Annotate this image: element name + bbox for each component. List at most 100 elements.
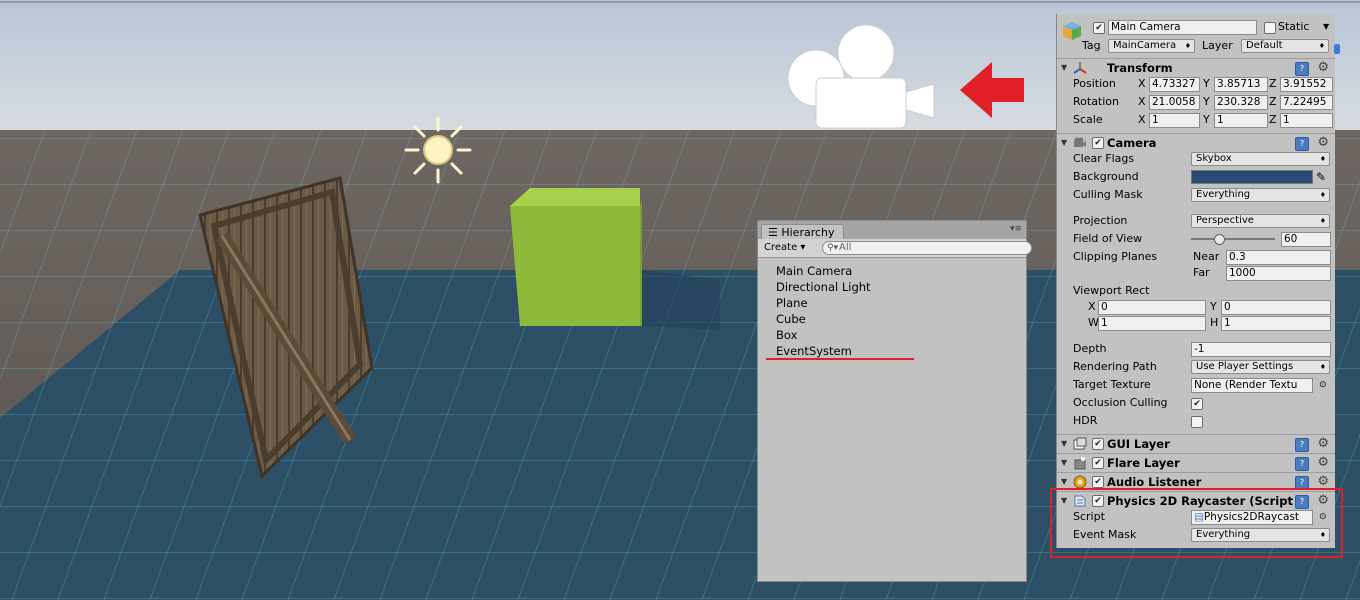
viewport-x-field[interactable]: 0: [1098, 300, 1206, 315]
collapse-triangle-icon[interactable]: ▼: [1061, 63, 1067, 72]
search-input[interactable]: ⚲▾ All: [822, 241, 1032, 255]
hierarchy-tab-label: Hierarchy: [781, 226, 835, 239]
position-y-label: Y: [1203, 77, 1210, 90]
hierarchy-tab[interactable]: ☰ Hierarchy: [761, 224, 844, 240]
hierarchy-item-plane[interactable]: Plane: [776, 295, 871, 311]
position-label: Position: [1073, 77, 1116, 90]
collapse-triangle-icon[interactable]: ▼: [1061, 458, 1067, 467]
fov-slider-thumb[interactable]: [1214, 234, 1225, 245]
flare-layer-checkbox[interactable]: ✔: [1092, 457, 1104, 469]
help-icon[interactable]: ?: [1295, 137, 1309, 151]
static-checkbox[interactable]: [1264, 22, 1276, 34]
depth-row: Depth -1: [1057, 340, 1335, 358]
static-dropdown-icon[interactable]: ▼: [1323, 18, 1329, 36]
depth-field[interactable]: -1: [1191, 342, 1331, 357]
hierarchy-item-main-camera[interactable]: Main Camera: [776, 263, 871, 279]
hdr-row: HDR: [1057, 412, 1335, 430]
object-name-field[interactable]: Main Camera: [1108, 20, 1257, 35]
help-icon[interactable]: ?: [1295, 62, 1309, 76]
collapse-triangle-icon[interactable]: ▼: [1061, 138, 1067, 147]
target-texture-row: Target Texture None (Render Textu ⊙: [1057, 376, 1335, 394]
position-z-field[interactable]: 3.91552: [1280, 77, 1333, 92]
rendering-path-dropdown[interactable]: Use Player Settings: [1191, 360, 1330, 374]
camera-enabled-checkbox[interactable]: ✔: [1092, 137, 1104, 149]
panel-edge-marker: [1334, 44, 1340, 54]
position-z-label: Z: [1269, 77, 1277, 90]
gear-icon[interactable]: ⚙: [1317, 455, 1329, 470]
help-icon[interactable]: ?: [1295, 457, 1309, 471]
gui-layer-icon: [1073, 437, 1087, 450]
near-field[interactable]: 0.3: [1226, 250, 1331, 265]
hierarchy-toolbar: Create ▾ ⚲▾ All: [758, 239, 1032, 258]
clear-flags-dropdown[interactable]: Skybox: [1191, 152, 1330, 166]
layer-dropdown[interactable]: Default: [1241, 39, 1329, 53]
panel-menu-icon[interactable]: ▾≡: [1010, 224, 1022, 234]
audio-listener-checkbox[interactable]: ✔: [1092, 476, 1104, 488]
scale-x-field[interactable]: 1: [1149, 113, 1200, 128]
background-color-swatch[interactable]: [1191, 170, 1313, 184]
gear-icon[interactable]: ⚙: [1317, 135, 1329, 150]
projection-label: Projection: [1073, 214, 1128, 227]
green-cube: [510, 188, 642, 326]
gui-layer-checkbox[interactable]: ✔: [1092, 438, 1104, 450]
culling-mask-dropdown[interactable]: Everything: [1191, 188, 1330, 202]
gear-icon[interactable]: ⚙: [1317, 436, 1329, 451]
position-x-label: X: [1138, 77, 1146, 90]
tag-label: Tag: [1082, 39, 1101, 52]
collapse-triangle-icon[interactable]: ▼: [1061, 439, 1067, 448]
search-icon: ⚲▾: [827, 243, 839, 253]
viewport-y-field[interactable]: 0: [1221, 300, 1331, 315]
viewport-h-field[interactable]: 1: [1221, 316, 1331, 331]
layer-label: Layer: [1202, 39, 1233, 52]
hierarchy-tab-bar: ☰ Hierarchy ▾≡: [758, 221, 1026, 240]
rendering-path-row: Rendering Path Use Player Settings: [1057, 358, 1335, 376]
hierarchy-panel: ☰ Hierarchy ▾≡ Create ▾ ⚲▾ All Main Camer…: [757, 220, 1032, 582]
hierarchy-list: Main Camera Directional Light Plane Cube…: [776, 263, 871, 359]
position-x-field[interactable]: 4.73327: [1149, 77, 1200, 92]
scale-y-label: Y: [1203, 113, 1210, 126]
gear-icon[interactable]: ⚙: [1317, 60, 1329, 75]
sun-gizmo-icon: [404, 116, 472, 184]
projection-dropdown[interactable]: Perspective: [1191, 214, 1330, 228]
gear-icon[interactable]: ⚙: [1317, 474, 1329, 489]
object-active-checkbox[interactable]: ✔: [1093, 22, 1105, 34]
hierarchy-item-cube[interactable]: Cube: [776, 311, 871, 327]
hdr-checkbox[interactable]: [1191, 416, 1203, 428]
scale-z-field[interactable]: 1: [1280, 113, 1333, 128]
viewport-w-field[interactable]: 1: [1098, 316, 1206, 331]
far-field[interactable]: 1000: [1226, 266, 1331, 281]
tag-layer-row: Tag MainCamera Layer Default: [1057, 37, 1335, 55]
clipping-far-row: Far 1000: [1057, 264, 1335, 282]
eyedropper-icon[interactable]: ✎: [1316, 168, 1326, 186]
fov-row: Field of View 60: [1057, 230, 1335, 248]
rotation-x-field[interactable]: 21.0058: [1149, 95, 1200, 110]
hierarchy-item-directional-light[interactable]: Directional Light: [776, 279, 871, 295]
rotation-y-field[interactable]: 230.328: [1214, 95, 1268, 110]
target-texture-field[interactable]: None (Render Textu: [1191, 378, 1313, 393]
hierarchy-item-box[interactable]: Box: [776, 327, 871, 343]
rotation-row: Rotation X 21.0058 Y 230.328 Z 7.22495: [1057, 93, 1335, 111]
object-picker-icon[interactable]: ⊙: [1319, 376, 1327, 394]
tag-dropdown[interactable]: MainCamera: [1108, 39, 1195, 53]
hierarchy-item-eventsystem[interactable]: EventSystem: [776, 343, 871, 359]
fov-slider-track[interactable]: [1191, 238, 1275, 240]
viewport-wh-row: W 1 H 1: [1057, 314, 1335, 332]
occlusion-culling-checkbox[interactable]: ✔: [1191, 398, 1203, 410]
collapse-triangle-icon[interactable]: ▼: [1061, 477, 1067, 486]
gui-layer-header[interactable]: ▼ ✔ GUI Layer ? ⚙: [1057, 434, 1335, 453]
search-placeholder: All: [839, 242, 852, 253]
help-icon[interactable]: ?: [1295, 438, 1309, 452]
flare-layer-header[interactable]: ▼ ✔ Flare Layer ? ⚙: [1057, 453, 1335, 472]
transform-icon: [1073, 62, 1087, 74]
inspector-panel: ✔ Main Camera Static ▼ Tag MainCamera La…: [1056, 14, 1335, 548]
highlight-underline: [766, 358, 914, 360]
projection-row: Projection Perspective: [1057, 212, 1335, 230]
position-y-field[interactable]: 3.85713: [1214, 77, 1268, 92]
scale-y-field[interactable]: 1: [1214, 113, 1268, 128]
fov-field[interactable]: 60: [1281, 232, 1331, 247]
scale-row: Scale X 1 Y 1 Z 1: [1057, 111, 1335, 129]
rotation-x-label: X: [1138, 95, 1146, 108]
rotation-z-field[interactable]: 7.22495: [1280, 95, 1333, 110]
scale-label: Scale: [1073, 113, 1103, 126]
create-dropdown[interactable]: Create ▾: [764, 241, 805, 255]
